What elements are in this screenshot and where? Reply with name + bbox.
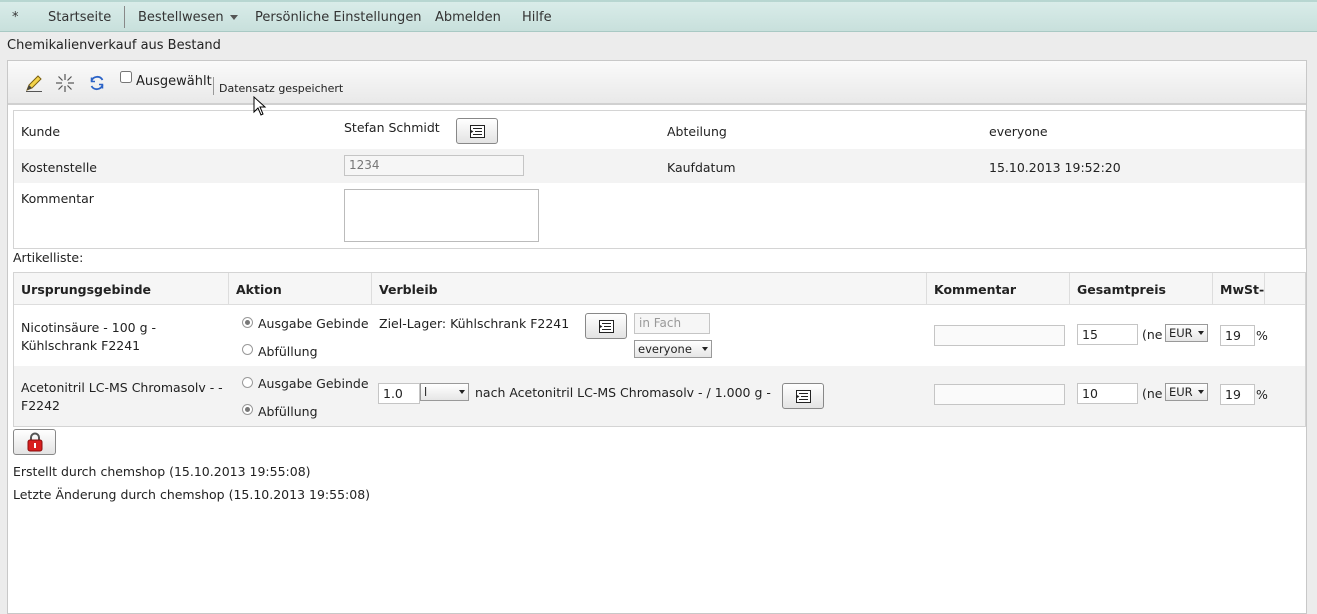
action-refill-radio[interactable] bbox=[242, 344, 253, 355]
price-suffix: (ne bbox=[1142, 327, 1163, 342]
origin-line2: F2242 bbox=[21, 398, 61, 413]
unit-select[interactable]: l bbox=[420, 383, 469, 401]
top-menu-bar: * Startseite Bestellwesen Persönliche Ei… bbox=[0, 0, 1317, 32]
column-header-comment[interactable]: Kommentar bbox=[927, 273, 1070, 305]
created-info: Erstellt durch chemshop (15.10.2013 19:5… bbox=[13, 464, 311, 479]
customer-value: Stefan Schmidt bbox=[344, 120, 440, 135]
chevron-down-icon bbox=[702, 347, 708, 351]
column-header-destination[interactable]: Verbleib bbox=[372, 273, 927, 305]
action-refill-radio[interactable] bbox=[242, 404, 253, 415]
status-message: Datensatz gespeichert bbox=[219, 82, 344, 95]
article-list-label: Artikelliste: bbox=[13, 250, 84, 265]
price-input[interactable]: 15 bbox=[1077, 324, 1138, 345]
chevron-down-icon bbox=[459, 390, 465, 394]
page-title: Chemikalienverkauf aus Bestand bbox=[7, 38, 221, 53]
price-input[interactable]: 10 bbox=[1077, 383, 1138, 404]
chevron-down-icon bbox=[229, 15, 238, 20]
cost-center-field[interactable]: 1234 bbox=[344, 155, 524, 176]
form-row-cost-center: Kostenstelle 1234 Kaufdatum 15.10.2013 1… bbox=[14, 149, 1305, 183]
table-header: Ursprungsgebinde Aktion Verbleib Komment… bbox=[14, 273, 1305, 305]
edit-pencil-icon[interactable] bbox=[24, 73, 44, 93]
menu-item-help[interactable]: Hilfe bbox=[522, 10, 552, 25]
toolbar: Ausgewählt Datensatz gespeichert bbox=[8, 61, 1306, 105]
customer-form: Kunde Stefan Schmidt Abteilung everyone … bbox=[13, 110, 1306, 249]
comment-label: Kommentar bbox=[21, 191, 94, 206]
vat-input[interactable]: 19 bbox=[1220, 325, 1255, 346]
column-header-total-price[interactable]: Gesamtpreis bbox=[1070, 273, 1213, 305]
action-refill-label: Abfüllung bbox=[258, 404, 318, 419]
action-refill-label: Abfüllung bbox=[258, 344, 318, 359]
refill-target-text: nach Acetonitril LC-MS Chromasolv - / 1.… bbox=[475, 385, 771, 400]
lock-icon bbox=[27, 432, 43, 452]
destination-target-storage: Ziel-Lager: Kühlschrank F2241 bbox=[379, 316, 570, 331]
selected-checkbox-label: Ausgewählt bbox=[136, 74, 212, 89]
menu-item-bestellwesen[interactable]: Bestellwesen bbox=[138, 10, 238, 25]
comment-textarea[interactable] bbox=[344, 189, 539, 242]
row-comment-input[interactable] bbox=[934, 325, 1065, 346]
selected-checkbox[interactable] bbox=[120, 71, 132, 83]
cost-center-label: Kostenstelle bbox=[21, 160, 97, 175]
mouse-cursor-icon bbox=[253, 96, 267, 116]
form-row-customer: Kunde Stefan Schmidt Abteilung everyone bbox=[14, 111, 1305, 149]
currency-select-value: EUR bbox=[1169, 326, 1193, 340]
department-label: Abteilung bbox=[667, 124, 727, 139]
origin-line1: Acetonitril LC-MS Chromasolv - - bbox=[21, 380, 223, 395]
action-issue-container-label: Ausgabe Gebinde bbox=[258, 316, 369, 331]
form-row-comment: Kommentar bbox=[14, 183, 1305, 248]
action-issue-container-radio[interactable] bbox=[242, 377, 253, 388]
menu-divider bbox=[124, 6, 125, 28]
target-select-button[interactable] bbox=[782, 383, 824, 409]
compartment-input[interactable]: in Fach bbox=[634, 313, 710, 334]
chevron-down-icon bbox=[1198, 331, 1204, 335]
vat-input[interactable]: 19 bbox=[1220, 384, 1255, 405]
unit-select-value: l bbox=[424, 385, 428, 399]
storage-select-button[interactable] bbox=[585, 313, 627, 339]
purchase-date-value: 15.10.2013 19:52:20 bbox=[989, 160, 1121, 175]
group-select[interactable]: everyone bbox=[634, 340, 712, 358]
amount-input[interactable]: 1.0 bbox=[378, 383, 420, 404]
chevron-down-icon bbox=[1198, 390, 1204, 394]
currency-select[interactable]: EUR bbox=[1165, 324, 1208, 342]
menu-item-startseite[interactable]: Startseite bbox=[48, 10, 111, 25]
column-header-origin[interactable]: Ursprungsgebinde bbox=[14, 273, 229, 305]
menu-item-bestellwesen-label: Bestellwesen bbox=[138, 10, 224, 25]
list-select-icon bbox=[470, 125, 485, 138]
currency-select-value: EUR bbox=[1169, 385, 1193, 399]
row-comment-input[interactable] bbox=[934, 384, 1065, 405]
menu-item-star[interactable]: * bbox=[12, 10, 19, 25]
action-issue-container-label: Ausgabe Gebinde bbox=[258, 376, 369, 391]
table-row: Acetonitril LC-MS Chromasolv - - F2242 A… bbox=[14, 366, 1305, 426]
vat-suffix: % bbox=[1256, 328, 1268, 343]
list-select-icon bbox=[796, 390, 811, 403]
vat-suffix: % bbox=[1256, 387, 1268, 402]
menu-item-logout[interactable]: Abmelden bbox=[435, 10, 501, 25]
article-table: Ursprungsgebinde Aktion Verbleib Komment… bbox=[13, 272, 1306, 427]
modified-info: Letzte Änderung durch chemshop (15.10.20… bbox=[13, 487, 371, 502]
customer-label: Kunde bbox=[21, 124, 61, 139]
group-select-value: everyone bbox=[638, 342, 692, 356]
lock-button[interactable] bbox=[13, 429, 56, 455]
column-header-action[interactable]: Aktion bbox=[229, 273, 372, 305]
purchase-date-label: Kaufdatum bbox=[667, 160, 736, 175]
toolbar-divider bbox=[213, 77, 214, 95]
menu-item-personal-settings[interactable]: Persönliche Einstellungen bbox=[255, 10, 422, 25]
department-value: everyone bbox=[989, 124, 1048, 139]
list-select-icon bbox=[599, 320, 614, 333]
main-panel: Ausgewählt Datensatz gespeichert Kunde S… bbox=[7, 60, 1307, 614]
currency-select[interactable]: EUR bbox=[1165, 383, 1208, 401]
origin-line2: Kühlschrank F2241 bbox=[21, 338, 141, 353]
customer-select-button[interactable] bbox=[456, 118, 498, 144]
column-header-vat[interactable]: MwSt-S bbox=[1213, 273, 1265, 305]
origin-line1: Nicotinsäure - 100 g - bbox=[21, 320, 156, 335]
table-row: Nicotinsäure - 100 g - Kühlschrank F2241… bbox=[14, 305, 1305, 366]
action-issue-container-radio[interactable] bbox=[242, 317, 253, 328]
refresh-icon[interactable] bbox=[87, 73, 107, 93]
price-suffix: (ne bbox=[1142, 386, 1163, 401]
sparkle-new-icon[interactable] bbox=[55, 73, 75, 93]
